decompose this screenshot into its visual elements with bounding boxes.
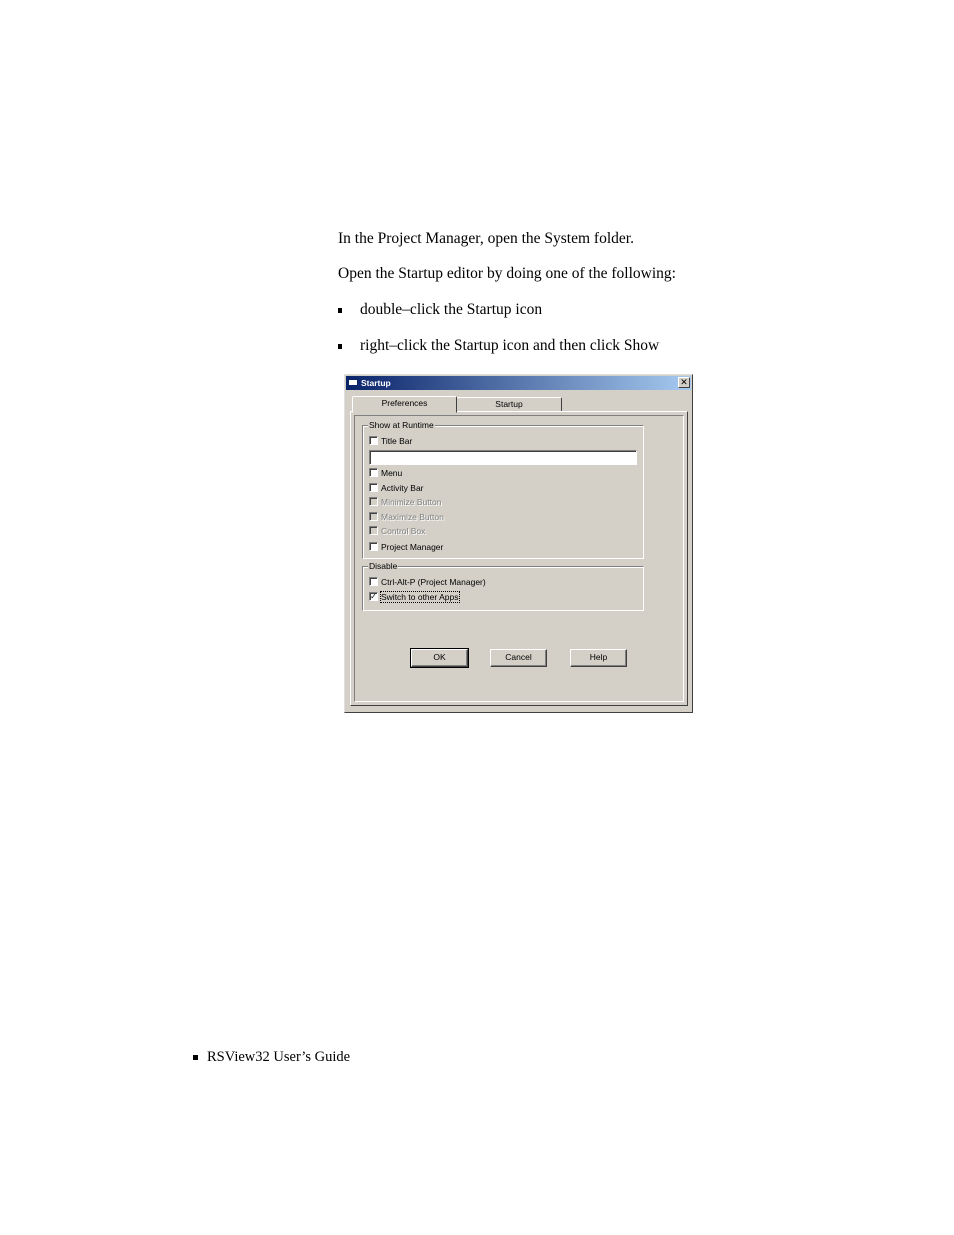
activity-bar-option[interactable]: Activity Bar xyxy=(369,482,424,494)
startup-dialog: Startup ✕ Preferences Startup Show at Ru… xyxy=(344,374,693,713)
ctrl-alt-p-option[interactable]: Ctrl-Alt-P (Project Manager) xyxy=(369,576,486,588)
switch-apps-label: Switch to other Apps xyxy=(380,591,460,603)
project-manager-option[interactable]: Project Manager xyxy=(369,541,443,553)
bullet-item: right–click the Startup icon and then cl… xyxy=(360,337,660,354)
title-bar-option[interactable]: Title Bar xyxy=(369,435,412,447)
menu-label: Menu xyxy=(381,468,403,478)
show-at-runtime-legend: Show at Runtime xyxy=(368,420,435,430)
control-box-checkbox xyxy=(369,526,378,536)
disable-legend: Disable xyxy=(368,561,399,571)
window-icon xyxy=(348,379,358,386)
control-box-label: Control Box xyxy=(381,526,426,536)
title-bar-text-input[interactable] xyxy=(369,450,637,465)
dialog-titlebar[interactable]: Startup ✕ xyxy=(346,376,691,390)
tab-startup[interactable]: Startup xyxy=(456,397,562,412)
ctrl-alt-p-checkbox[interactable] xyxy=(369,577,378,587)
footer-marker xyxy=(193,1055,198,1060)
control-box-option: Control Box xyxy=(369,525,425,537)
maximize-button-option: Maximize Button xyxy=(369,511,444,523)
dialog-title: Startup xyxy=(361,378,391,388)
minimize-button-checkbox xyxy=(369,497,378,507)
bullet-marker xyxy=(338,344,342,349)
maximize-button-label: Maximize Button xyxy=(381,512,444,522)
help-button[interactable]: Help xyxy=(570,649,627,667)
minimize-button-option: Minimize Button xyxy=(369,496,441,508)
title-bar-label: Title Bar xyxy=(381,436,413,446)
ctrl-alt-p-label: Ctrl-Alt-P (Project Manager) xyxy=(381,577,486,587)
instruction-paragraph-1: In the Project Manager, open the System … xyxy=(338,230,634,247)
switch-apps-checkbox[interactable]: ✓ xyxy=(369,592,378,602)
title-bar-checkbox[interactable] xyxy=(369,436,378,446)
instruction-paragraph-2: Open the Startup editor by doing one of … xyxy=(338,265,676,282)
cancel-button[interactable]: Cancel xyxy=(490,649,547,667)
minimize-button-label: Minimize Button xyxy=(381,497,442,507)
project-manager-label: Project Manager xyxy=(381,542,444,552)
activity-bar-label: Activity Bar xyxy=(381,483,424,493)
bullet-marker xyxy=(338,308,342,313)
maximize-button-checkbox xyxy=(369,512,378,522)
menu-option[interactable]: Menu xyxy=(369,467,402,479)
bullet-item: double–click the Startup icon xyxy=(360,301,543,318)
footer-guide-title: RSView32 User’s Guide xyxy=(207,1049,351,1065)
project-manager-checkbox[interactable] xyxy=(369,542,378,552)
ok-button[interactable]: OK xyxy=(410,648,469,668)
tab-preferences[interactable]: Preferences xyxy=(352,396,457,413)
activity-bar-checkbox[interactable] xyxy=(369,483,378,493)
switch-apps-option[interactable]: ✓ Switch to other Apps xyxy=(369,591,460,603)
menu-checkbox[interactable] xyxy=(369,468,378,478)
close-icon[interactable]: ✕ xyxy=(678,377,690,388)
